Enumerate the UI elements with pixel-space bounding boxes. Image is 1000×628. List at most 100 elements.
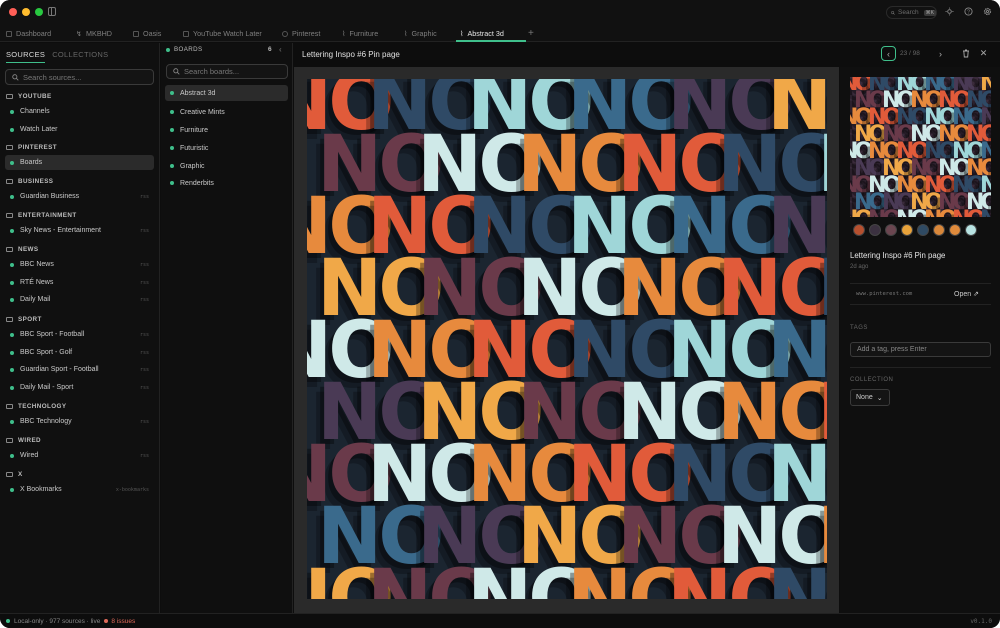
close-preview-button[interactable]: ✕ xyxy=(976,46,991,61)
source-item[interactable]: Wired rss xyxy=(5,448,154,463)
folder-icon xyxy=(6,404,13,409)
source-item-selected[interactable]: Boards xyxy=(5,155,154,170)
status-dot xyxy=(6,619,10,623)
board-item[interactable]: Futuristic xyxy=(165,140,288,156)
rss-icon: ⌇ xyxy=(342,29,346,38)
source-item[interactable]: RTÉ News rss xyxy=(5,275,154,290)
status-dot xyxy=(10,385,14,390)
tags-label: TAGS xyxy=(850,325,868,331)
status-dot xyxy=(10,228,14,233)
color-swatch[interactable] xyxy=(933,224,945,236)
chevron-down-icon: ⌄ xyxy=(876,394,883,402)
tab-furniture[interactable]: ⌇ Furniture xyxy=(342,25,378,42)
color-swatch[interactable] xyxy=(901,224,913,236)
open-label: Open xyxy=(954,291,972,298)
boards-count: 6 xyxy=(268,46,272,53)
source-item[interactable]: BBC Sport - Golf rss xyxy=(5,345,154,360)
tab-youtube-watch-later[interactable]: YouTube Watch Later xyxy=(183,25,262,42)
tab-oasis[interactable]: Oasis xyxy=(133,25,161,42)
group-business[interactable]: BUSINESS xyxy=(6,178,53,185)
source-label: Wired xyxy=(20,452,39,459)
feed-type-badge: rss xyxy=(139,366,149,373)
gear-icon[interactable] xyxy=(983,7,992,16)
group-sport[interactable]: SPORT xyxy=(6,316,42,323)
details-panel: NONONONONONONONONONONONONONONONONONONONO… xyxy=(840,67,1000,613)
previous-item-button[interactable]: ‹ xyxy=(881,46,896,61)
color-swatch[interactable] xyxy=(885,224,897,236)
source-item[interactable]: Guardian Sport - Football rss xyxy=(5,362,154,377)
collapse-chevron-icon[interactable]: ‹ xyxy=(279,45,282,54)
boards-panel: BOARDS 6 ‹ Search boards... Abstract 3d … xyxy=(161,43,293,613)
tab-collections[interactable]: COLLECTIONS xyxy=(52,50,108,63)
tab-dashboard[interactable]: Dashboard xyxy=(6,25,51,42)
next-item-button[interactable]: › xyxy=(933,46,948,61)
group-news[interactable]: NEWS xyxy=(6,246,39,253)
board-item[interactable]: Graphic xyxy=(165,158,288,174)
app-window: Dashboard ↯ MKBHD Oasis YouTube Watch Lat… xyxy=(0,0,1000,628)
tab-graphic[interactable]: ⌇ Graphic xyxy=(404,25,437,42)
lettering-word: NO xyxy=(896,209,929,218)
board-item[interactable]: Furniture xyxy=(165,122,288,138)
source-item[interactable]: Channels xyxy=(5,104,154,119)
source-label: Daily Mail xyxy=(20,296,51,303)
status-dot xyxy=(166,47,170,52)
tab-label: Abstract 3d xyxy=(467,29,504,38)
maximize-window-button[interactable] xyxy=(35,8,43,16)
source-item[interactable]: Daily Mail - Sport rss xyxy=(5,380,154,395)
source-item[interactable]: Sky News - Entertainment rss xyxy=(5,223,154,238)
board-item[interactable]: Renderbits xyxy=(165,175,288,191)
delete-button[interactable] xyxy=(958,46,973,61)
board-label: Graphic xyxy=(180,162,205,170)
board-item[interactable]: Creative Mints xyxy=(165,104,288,120)
sun-icon[interactable] xyxy=(945,7,954,16)
color-swatch[interactable] xyxy=(869,224,881,236)
color-swatch[interactable] xyxy=(965,224,977,236)
group-x[interactable]: X xyxy=(6,471,23,478)
tab-pinterest[interactable]: Pinterest xyxy=(282,25,320,42)
group-technology[interactable]: TECHNOLOGY xyxy=(6,403,66,410)
add-tab-button[interactable]: + xyxy=(528,25,534,42)
preview-image[interactable]: NONONONONONONONONONONONONONONONONONONONO… xyxy=(307,79,827,599)
tab-abstract-3d[interactable]: ⌇ Abstract 3d xyxy=(456,25,526,42)
trash-icon xyxy=(962,49,969,58)
global-search-button[interactable]: Search ⌘K xyxy=(886,6,937,19)
color-swatches xyxy=(853,224,977,236)
status-dot xyxy=(10,453,14,458)
status-dot xyxy=(170,164,174,168)
source-item[interactable]: BBC News rss xyxy=(5,257,154,272)
group-youtube[interactable]: YOUTUBE xyxy=(6,93,52,100)
source-item[interactable]: Watch Later xyxy=(5,122,154,137)
version-label: v0.1.0 xyxy=(970,617,992,625)
tab-mkbhd[interactable]: ↯ MKBHD xyxy=(76,25,112,42)
feed-type-badge: rss xyxy=(139,296,149,303)
source-item[interactable]: Guardian Business rss xyxy=(5,189,154,204)
close-window-button[interactable] xyxy=(9,8,17,16)
source-item[interactable]: Daily Mail rss xyxy=(5,292,154,307)
minimize-window-button[interactable] xyxy=(22,8,30,16)
source-item[interactable]: BBC Technology rss xyxy=(5,414,154,429)
sidebar-toggle-icon[interactable] xyxy=(48,7,56,16)
lettering-word: NO xyxy=(868,209,901,218)
color-swatch[interactable] xyxy=(917,224,929,236)
collection-select[interactable]: None ⌄ xyxy=(850,389,890,406)
help-icon[interactable]: ? xyxy=(964,7,973,16)
board-item-selected[interactable]: Abstract 3d xyxy=(165,85,288,101)
tab-sources[interactable]: SOURCES xyxy=(6,50,46,63)
boards-search-input[interactable]: Search boards... xyxy=(166,64,288,79)
source-item[interactable]: BBC Sport - Football rss xyxy=(5,327,154,342)
group-wired[interactable]: WIRED xyxy=(6,437,41,444)
sources-search-input[interactable]: Search sources... xyxy=(5,69,154,85)
source-item[interactable]: X Bookmarks x-bookmarks xyxy=(5,482,154,497)
tag-input[interactable]: Add a tag, press Enter xyxy=(850,342,991,357)
search-icon xyxy=(891,10,895,15)
color-swatch[interactable] xyxy=(949,224,961,236)
color-swatch[interactable] xyxy=(853,224,865,236)
group-pinterest[interactable]: PINTEREST xyxy=(6,144,57,151)
board-label: Abstract 3d xyxy=(180,89,216,97)
issues-link[interactable]: 8 issues xyxy=(104,618,135,625)
group-entertainment[interactable]: ENTERTAINMENT xyxy=(6,212,77,219)
open-link-button[interactable]: Open ⇗ xyxy=(954,290,979,298)
feed-type-badge: rss xyxy=(139,452,149,459)
group-label: SPORT xyxy=(18,316,42,323)
collection-value: None xyxy=(856,394,873,401)
